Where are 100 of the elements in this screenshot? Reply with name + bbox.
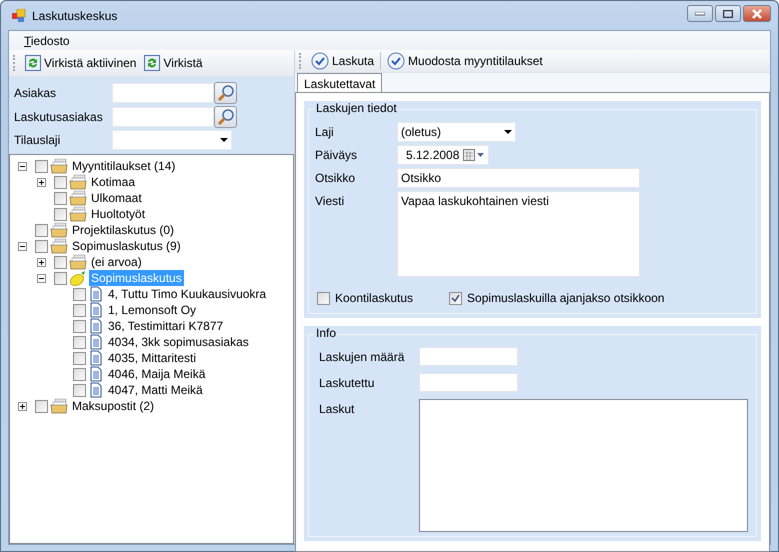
- folder-icon: [69, 174, 87, 190]
- document-icon: [88, 286, 104, 302]
- refresh-button[interactable]: Virkistä: [142, 53, 205, 73]
- document-icon: [88, 366, 104, 382]
- checkbox[interactable]: [35, 400, 48, 412]
- minimize-icon: [695, 12, 705, 16]
- checkbox[interactable]: [73, 368, 86, 380]
- checkbox[interactable]: [449, 292, 462, 304]
- refresh-button[interactable]: Virkistä aktiivinen: [23, 53, 138, 73]
- close-button[interactable]: [743, 5, 771, 22]
- folder-icon: [69, 206, 87, 222]
- checkbox[interactable]: [35, 224, 48, 236]
- close-icon: [751, 8, 763, 18]
- folder-icon: [50, 398, 68, 414]
- tree-item[interactable]: 4034, 3kk sopimusasiakas: [106, 334, 251, 350]
- input-field[interactable]: [112, 83, 214, 103]
- checkbox[interactable]: [73, 352, 86, 364]
- tree-item[interactable]: 4046, Maija Meikä: [106, 366, 208, 382]
- plus-icon: [38, 258, 45, 266]
- document-icon: [88, 334, 104, 350]
- plus-icon: [38, 178, 45, 186]
- tree-item[interactable]: Kotimaa: [89, 174, 138, 190]
- checkbox[interactable]: [54, 272, 67, 284]
- folder-icon: [50, 222, 68, 238]
- checkbox[interactable]: [73, 304, 86, 316]
- checkmark-icon: [451, 294, 460, 302]
- input-field[interactable]: [419, 347, 518, 366]
- expand-button[interactable]: [37, 258, 46, 266]
- tab[interactable]: Laskutettavat: [297, 73, 382, 93]
- caret-icon: [220, 138, 228, 142]
- field-label: Laskujen määrä: [319, 349, 406, 364]
- checkbox[interactable]: [35, 240, 48, 252]
- checkbox[interactable]: [54, 256, 67, 268]
- tree-item[interactable]: 4047, Matti Meikä: [106, 382, 205, 398]
- tree-item[interactable]: Myyntitilaukset (14): [70, 158, 178, 174]
- tree-item[interactable]: Projektilaskutus (0): [70, 222, 176, 238]
- input-field[interactable]: Otsikko: [397, 168, 640, 188]
- expand-button[interactable]: [37, 178, 46, 186]
- field-label: Päiväys: [315, 147, 358, 162]
- checkbox-label: Koontilaskutus: [335, 291, 414, 305]
- check-circle-icon: [387, 52, 406, 70]
- collapse-button[interactable]: [37, 274, 46, 282]
- plus-icon: [19, 402, 26, 410]
- input-field[interactable]: [419, 373, 518, 392]
- field-label: Laskut: [319, 401, 356, 416]
- tree-item[interactable]: 4035, Mittaritesti: [106, 350, 198, 366]
- folder-icon: [69, 190, 87, 206]
- checkbox[interactable]: [73, 384, 86, 396]
- field-label: Laskutusasiakas: [14, 110, 104, 124]
- field-label: Asiakas: [14, 86, 58, 100]
- app-icon: [12, 8, 26, 22]
- tree-item[interactable]: 4, Tuttu Timo Kuukausivuokra: [106, 286, 268, 302]
- folder-icon: [50, 158, 68, 174]
- checkbox[interactable]: [73, 288, 86, 300]
- document-icon: [88, 302, 104, 318]
- collapse-button[interactable]: [18, 162, 27, 170]
- tree-item[interactable]: Sopimuslaskutus (9): [70, 238, 183, 254]
- check-circle-icon: [311, 52, 329, 70]
- search-icon: [216, 108, 234, 126]
- tree-item[interactable]: (ei arvoa): [89, 254, 144, 270]
- checkbox[interactable]: [54, 208, 67, 220]
- document-icon: [88, 318, 104, 334]
- dropdown[interactable]: (oletus): [397, 122, 516, 142]
- checkbox[interactable]: [54, 192, 67, 204]
- checkbox[interactable]: [35, 160, 48, 172]
- search-button[interactable]: [214, 82, 237, 104]
- list-box[interactable]: [419, 399, 748, 532]
- minimize-button[interactable]: [687, 5, 713, 22]
- maximize-icon: [723, 10, 733, 18]
- checkbox[interactable]: [54, 176, 67, 188]
- tree-item[interactable]: Huoltotyöt: [89, 206, 148, 222]
- checkbox[interactable]: [73, 336, 86, 348]
- document-icon: [88, 350, 104, 366]
- folder-icon: [69, 254, 87, 270]
- lemon-icon: [69, 270, 87, 286]
- tree-item[interactable]: 36, Testimittari K7877: [106, 318, 226, 334]
- text-area[interactable]: Vapaa laskukohtainen viesti: [397, 191, 640, 277]
- calendar-icon: [463, 149, 485, 161]
- checkbox[interactable]: [317, 292, 330, 304]
- toolbar-button[interactable]: Laskuta: [309, 50, 376, 72]
- tree-item[interactable]: Ulkomaat: [89, 190, 144, 206]
- tree-item[interactable]: 1, Lemonsoft Oy: [106, 302, 198, 318]
- date-picker[interactable]: 5.12.2008: [397, 145, 489, 165]
- maximize-button[interactable]: [715, 5, 741, 22]
- toolbar-button[interactable]: Muodosta myyntitilaukset: [385, 50, 545, 72]
- menu-item[interactable]: Tiedosto: [18, 34, 76, 48]
- checkbox[interactable]: [73, 320, 86, 332]
- folder-icon: [50, 238, 68, 254]
- search-button[interactable]: [214, 106, 237, 128]
- checkbox-label: Sopimuslaskuilla ajanjakso otsikkoon: [467, 291, 664, 305]
- group-title: Info: [314, 326, 338, 340]
- expand-button[interactable]: [18, 402, 27, 410]
- refresh-icon: [25, 55, 41, 71]
- collapse-button[interactable]: [18, 242, 27, 250]
- document-icon: [88, 382, 104, 398]
- window-title: Laskutuskeskus: [32, 8, 118, 22]
- group-title: Laskujen tiedot: [314, 101, 399, 115]
- field-label: Viesti: [315, 193, 346, 208]
- tree-item[interactable]: Maksupostit (2): [70, 398, 156, 414]
- input-field[interactable]: [112, 107, 214, 127]
